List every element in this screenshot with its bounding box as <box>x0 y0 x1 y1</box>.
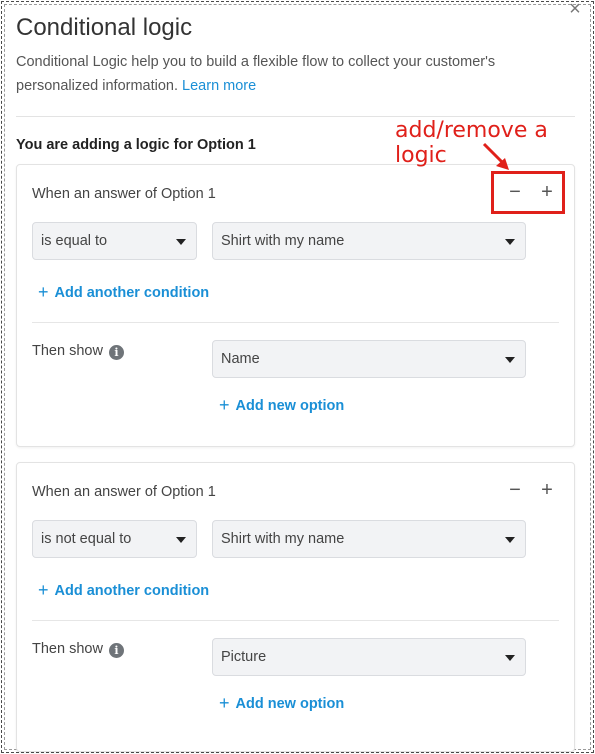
section-subtitle: You are adding a logic for Option 1 <box>16 137 256 153</box>
card-divider <box>32 322 559 323</box>
chevron-down-icon <box>176 239 186 245</box>
remove-logic-button[interactable]: − <box>504 480 526 502</box>
operator-select-value: is not equal to <box>41 531 132 547</box>
answer-value-select-value: Shirt with my name <box>221 233 345 249</box>
card-divider <box>32 620 559 621</box>
then-show-text: Then show <box>32 641 103 657</box>
dialog-title: Conditional logic <box>16 14 193 41</box>
info-icon[interactable]: i <box>108 643 124 658</box>
plus-icon: + <box>38 580 49 600</box>
logic-rule-card: When an answer of Option 1 − + is not eq… <box>16 462 575 752</box>
plus-icon: + <box>38 282 49 302</box>
add-option-label: Add new option <box>235 398 345 414</box>
operator-select[interactable]: is equal to <box>32 222 197 260</box>
add-condition-label: Add another condition <box>54 285 210 301</box>
then-show-select-value: Picture <box>221 649 267 665</box>
info-icon[interactable]: i <box>108 345 124 360</box>
then-show-select[interactable]: Name <box>212 340 526 378</box>
annotation-highlight-box <box>491 171 565 214</box>
plus-icon: + <box>219 693 230 713</box>
add-new-option-link[interactable]: + Add new option <box>219 394 344 415</box>
then-show-label: Then show i <box>32 641 124 658</box>
operator-select[interactable]: is not equal to <box>32 520 197 558</box>
chevron-down-icon <box>505 239 515 245</box>
dialog-description: Conditional Logic help you to build a fl… <box>16 50 576 98</box>
add-condition-label: Add another condition <box>54 583 210 599</box>
operator-select-value: is equal to <box>41 233 108 249</box>
add-option-label: Add new option <box>235 696 345 712</box>
learn-more-link[interactable]: Learn more <box>182 78 256 94</box>
when-label: When an answer of Option 1 <box>32 186 216 202</box>
then-show-text: Then show <box>32 343 103 359</box>
add-another-condition-link[interactable]: + Add another condition <box>38 579 209 600</box>
answer-value-select[interactable]: Shirt with my name <box>212 222 526 260</box>
chevron-down-icon <box>505 357 515 363</box>
answer-value-select-value: Shirt with my name <box>221 531 345 547</box>
add-another-condition-link[interactable]: + Add another condition <box>38 281 209 302</box>
plus-icon: + <box>219 395 230 415</box>
header-divider <box>16 116 575 117</box>
add-new-option-link[interactable]: + Add new option <box>219 692 344 713</box>
then-show-select-value: Name <box>221 351 260 367</box>
chevron-down-icon <box>505 655 515 661</box>
add-logic-button[interactable]: + <box>536 480 558 502</box>
then-show-label: Then show i <box>32 343 124 360</box>
when-label: When an answer of Option 1 <box>32 484 216 500</box>
chevron-down-icon <box>505 537 515 543</box>
answer-value-select[interactable]: Shirt with my name <box>212 520 526 558</box>
then-show-select[interactable]: Picture <box>212 638 526 676</box>
close-icon[interactable]: × <box>566 0 584 19</box>
chevron-down-icon <box>176 537 186 543</box>
